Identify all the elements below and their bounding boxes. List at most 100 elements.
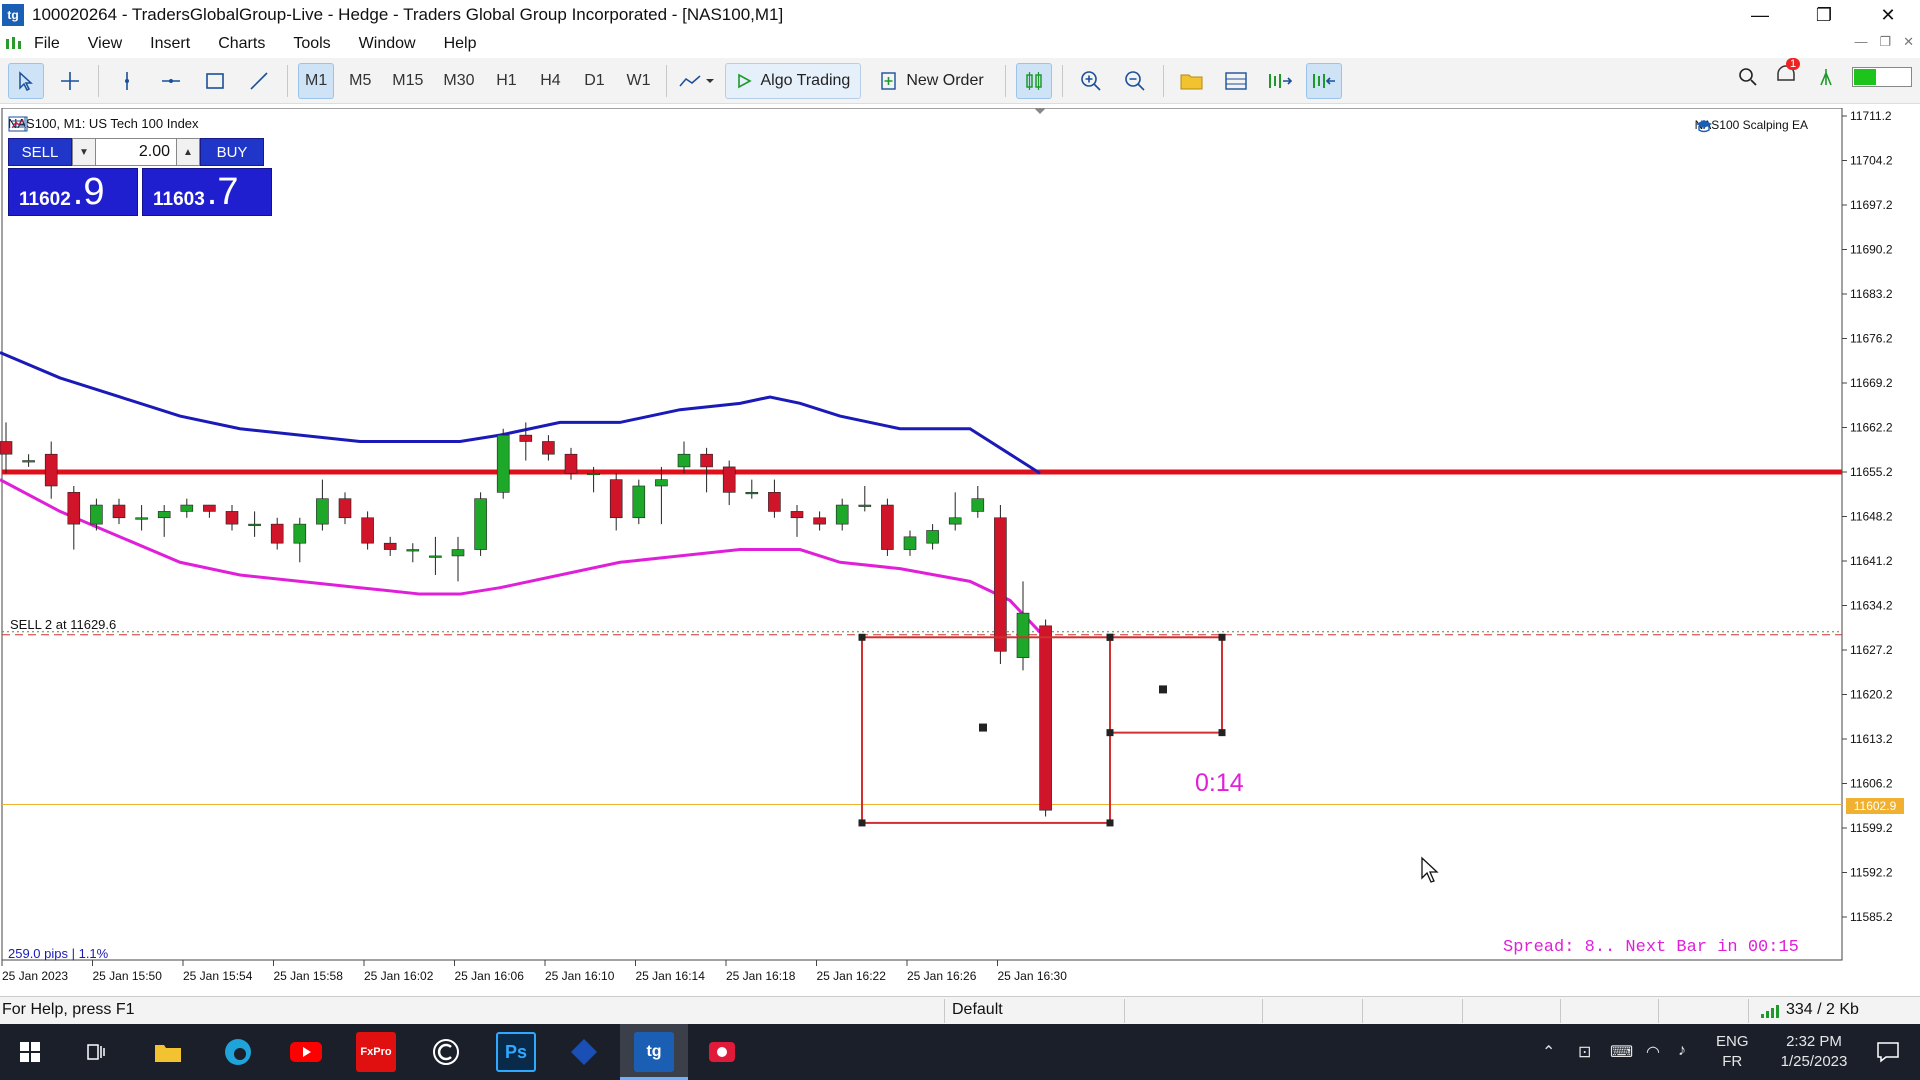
horizontal-line-tool-icon[interactable] <box>153 63 189 99</box>
youtube-icon[interactable] <box>286 1032 326 1072</box>
toolbar-separator <box>98 64 99 97</box>
timeframe-m15[interactable]: M15 <box>386 63 429 99</box>
trendline-tool-icon[interactable] <box>241 63 277 99</box>
candle-body <box>609 479 623 519</box>
menu-help[interactable]: Help <box>444 35 477 53</box>
menu-charts[interactable]: Charts <box>218 35 265 53</box>
file-explorer-icon[interactable] <box>148 1032 188 1072</box>
cursor-tool-icon[interactable] <box>8 62 44 99</box>
photoshop-icon[interactable]: Ps <box>496 1032 536 1072</box>
price-chart[interactable]: 11711.2 11704.2 11697.2 11690.2 11683.2 11676… <box>0 108 1920 984</box>
candle-body <box>858 504 872 507</box>
vertical-line-tool-icon[interactable] <box>109 63 145 99</box>
mouse-cursor-icon <box>1421 856 1439 883</box>
menu-tools[interactable]: Tools <box>293 35 330 53</box>
new-order-button[interactable]: New Order <box>869 62 995 99</box>
profile-name[interactable]: Default <box>952 1001 1003 1019</box>
task-view-icon[interactable] <box>76 1032 116 1072</box>
candle-body <box>496 434 510 493</box>
anchor-point <box>1159 685 1167 694</box>
recorder-icon[interactable] <box>702 1032 742 1072</box>
ask-price-pips: .7 <box>206 171 239 213</box>
timeframe-m30[interactable]: M30 <box>437 63 480 99</box>
zoom-in-icon[interactable] <box>1073 63 1109 99</box>
volume-icon[interactable]: ♪ <box>1678 1042 1686 1060</box>
tray-expand-icon[interactable]: ⌃ <box>1542 1042 1555 1062</box>
timeframe-m5[interactable]: M5 <box>342 63 378 99</box>
lot-decrease-button[interactable]: ▼ <box>72 138 96 166</box>
windows-start-icon[interactable] <box>10 1032 50 1072</box>
rectangle-handle <box>1218 729 1226 737</box>
spread-next-bar-text: Spread: 8.. Next Bar in 00:15 <box>1503 938 1799 957</box>
menu-window[interactable]: Window <box>359 35 416 53</box>
timeframe-h4[interactable]: H4 <box>532 63 568 99</box>
tray-app-icon[interactable]: ⊡ <box>1578 1042 1591 1062</box>
lot-increase-button[interactable]: ▲ <box>176 138 200 166</box>
lot-size-input[interactable]: 2.00 <box>96 138 176 166</box>
search-icon[interactable] <box>1736 65 1760 89</box>
tray-keyboard-icon[interactable]: ⌨ <box>1610 1042 1633 1062</box>
sell-price-button[interactable]: 11602 .9 <box>8 168 138 216</box>
buy-button[interactable]: BUY <box>200 138 264 166</box>
chart-shift-icon[interactable] <box>1305 62 1342 99</box>
candlestick-chart-icon[interactable] <box>1015 62 1052 99</box>
notification-badge: 1 <box>1786 58 1801 70</box>
toolbar-separator <box>1162 64 1164 97</box>
app-logo-icon: tg <box>2 4 24 26</box>
x-tick-label: 25 Jan 16:18 <box>726 969 796 983</box>
chart-area[interactable]: 11711.2 11704.2 11697.2 11690.2 11683.2 11676… <box>0 108 1920 984</box>
indicators-dropdown[interactable] <box>677 63 717 99</box>
algo-trading-label: Algo Trading <box>760 71 851 89</box>
algo-trading-button[interactable]: Algo Trading <box>725 62 862 99</box>
wifi-icon[interactable]: ◠ <box>1646 1042 1660 1062</box>
restore-button[interactable]: ❐ <box>1792 0 1856 30</box>
candle-body <box>451 549 465 557</box>
candle-body <box>677 453 691 468</box>
timeframe-d1[interactable]: D1 <box>576 63 612 99</box>
timeframe-m1[interactable]: M1 <box>298 62 335 99</box>
autoscroll-icon[interactable] <box>1262 63 1298 99</box>
ask-price-main: 11603 <box>153 189 205 210</box>
candle-body <box>203 504 216 512</box>
x-tick-label: 25 Jan 16:14 <box>636 969 706 983</box>
notifications-icon[interactable]: 1 <box>1774 58 1801 91</box>
y-tick-label: 11613.2 <box>1850 732 1893 746</box>
menu-file[interactable]: File <box>34 35 60 53</box>
symbol-icon <box>8 116 26 132</box>
clock[interactable]: 2:32 PM 1/25/2023 <box>1766 1032 1862 1072</box>
menu-insert[interactable]: Insert <box>150 35 190 53</box>
timeframe-w1[interactable]: W1 <box>620 63 656 99</box>
mdi-close-icon[interactable]: ✕ <box>1903 34 1914 50</box>
clock-date: 1/25/2023 <box>1780 1053 1848 1070</box>
zoom-out-icon[interactable] <box>1117 63 1153 99</box>
mdi-restore-icon[interactable]: ❐ <box>1879 34 1891 50</box>
menu-view[interactable]: View <box>88 35 122 53</box>
input-language[interactable]: ENG FR <box>1716 1032 1749 1072</box>
minimize-button[interactable]: — <box>1728 0 1792 30</box>
pdf-app-icon[interactable]: FxPro <box>356 1032 396 1072</box>
templates-folder-icon[interactable] <box>1174 63 1210 99</box>
candle-body <box>44 453 58 487</box>
signal-tower-icon[interactable] <box>1814 65 1838 89</box>
buy-price-button[interactable]: 11603 .7 <box>142 168 272 216</box>
candle-body <box>994 517 1007 652</box>
sell-button[interactable]: SELL <box>8 138 72 166</box>
mdi-minimize-icon[interactable]: — <box>1854 34 1867 50</box>
chart-window-icon[interactable] <box>4 35 24 53</box>
x-tick-label: 25 Jan 16:22 <box>817 969 887 983</box>
rectangle-tool-icon[interactable] <box>197 63 233 99</box>
timeframe-h1[interactable]: H1 <box>488 63 524 99</box>
close-button[interactable]: ✕ <box>1856 0 1920 30</box>
y-tick-label: 11641.2 <box>1850 554 1893 568</box>
edge-browser-icon[interactable] <box>218 1032 258 1072</box>
traders-global-app-icon[interactable]: tg <box>634 1032 674 1072</box>
ccleaner-icon[interactable] <box>426 1032 466 1072</box>
candle-body <box>790 511 804 519</box>
crosshair-tool-icon[interactable] <box>52 63 88 99</box>
candle-body <box>1016 612 1030 658</box>
current-price-tag: 11602.9 <box>1846 798 1904 814</box>
toolbar-right: 1 <box>1736 58 1912 91</box>
trading-app-icon[interactable] <box>564 1032 604 1072</box>
grid-icon[interactable] <box>1218 63 1254 99</box>
notification-center-icon[interactable] <box>1868 1032 1908 1072</box>
